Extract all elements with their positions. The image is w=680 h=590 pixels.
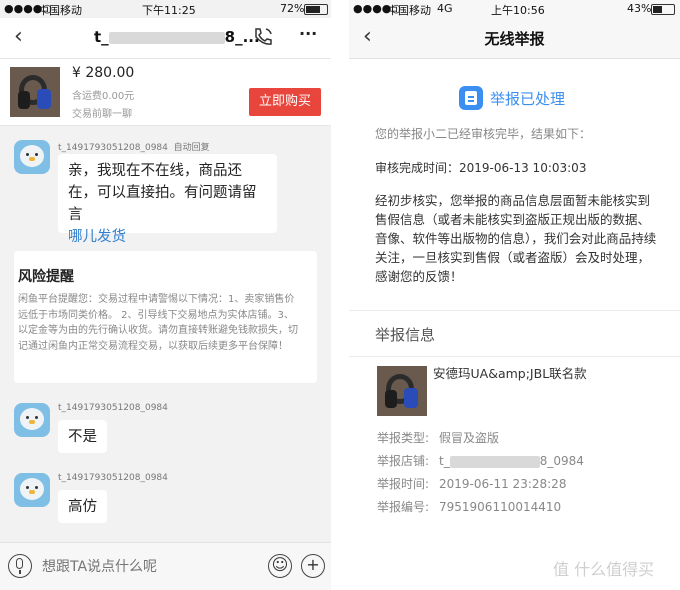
status-bar: ●●●●○ 中国移动 4G 上午10:56 43%	[349, 0, 680, 18]
risk-warning-body: 闲鱼平台提醒您：交易过程中请警惕以下情况：1、卖家销售价远低于市场同类价格。 2…	[18, 294, 298, 352]
message-bubble: 不是	[58, 420, 107, 453]
chat-header: ‹ t_ 8_... ···	[0, 18, 331, 58]
more-button[interactable]: ···	[299, 24, 317, 43]
result-body: 经初步核实，您举报的商品信息层面暂未能核实到售假信息（或者未能核实到盗版正规出版…	[375, 193, 657, 284]
right-screen: ●●●●○ 中国移动 4G 上午10:56 43% ‹ 无线举报 举报已处理 您…	[349, 0, 680, 590]
reported-item-name: 安德玛UA&amp;JBL联名款	[433, 366, 587, 381]
complete-time: 审核完成时间：2019-06-13 10:03:03	[375, 161, 587, 175]
carrier: 中国移动	[38, 4, 82, 17]
message-input[interactable]	[40, 552, 264, 582]
result-title: 举报已处理	[490, 90, 566, 108]
product-thumbnail[interactable]	[10, 67, 60, 117]
status-bar: ●●●●○ 中国移动 下午11:25 72%	[0, 0, 331, 18]
report-id-label: 举报编号:	[377, 500, 430, 514]
back-button[interactable]: ‹	[14, 26, 23, 48]
battery-icon	[651, 4, 675, 15]
shipping-fee: 含运费0.00元	[72, 91, 135, 102]
avatar[interactable]	[14, 140, 50, 174]
report-time-value: 2019-06-11 23:28:28	[439, 477, 567, 491]
divider	[331, 0, 349, 590]
report-time-label: 举报时间:	[377, 477, 430, 491]
clock: 上午10:56	[491, 4, 545, 17]
network-type: 4G	[437, 2, 453, 15]
page-header: ‹ 无线举报	[349, 18, 680, 59]
product-price: ¥ 280.00	[72, 65, 135, 81]
avatar[interactable]	[14, 403, 50, 437]
negotiate-text: 交易前聊一聊	[72, 109, 132, 120]
call-icon[interactable]	[252, 26, 274, 48]
risk-warning-title: 风险提醒	[18, 269, 74, 285]
faq-link[interactable]: 哪儿发货	[68, 226, 267, 248]
microphone-icon[interactable]	[8, 554, 32, 578]
battery-percent: 43%	[627, 2, 652, 15]
sender-name: t_1491793051208_0984	[58, 473, 168, 483]
battery-percent: 72%	[280, 2, 305, 15]
report-shop-label: 举报店铺:	[377, 454, 430, 468]
report-id-value: 7951906110014410	[439, 500, 562, 514]
page-title: 无线举报	[484, 30, 545, 48]
report-section-title: 举报信息	[375, 326, 436, 344]
report-type-value: 假冒及盗版	[439, 431, 500, 445]
product-thumbnail[interactable]	[377, 366, 427, 416]
message-bubble: 亲，我现在不在线，商品还在，可以直接拍。有问题请留言 哪儿发货	[58, 154, 277, 245]
emoji-icon[interactable]: ☺	[268, 554, 292, 578]
report-type-label: 举报类型:	[377, 431, 430, 445]
clipboard-check-icon	[459, 86, 483, 110]
input-bar: ☺ +	[0, 542, 331, 590]
plus-icon[interactable]: +	[301, 554, 325, 578]
watermark: 值 什么值得买	[553, 560, 655, 579]
redacted-shop	[449, 455, 540, 468]
clock: 下午11:25	[142, 4, 196, 17]
avatar[interactable]	[14, 473, 50, 507]
battery-icon	[304, 4, 328, 15]
result-intro: 您的举报小二已经审核完毕，结果如下：	[375, 127, 592, 141]
message-bubble: 高仿	[58, 490, 107, 523]
carrier: 中国移动	[387, 4, 431, 17]
sender-name: t_1491793051208_0984 自动回复	[58, 143, 210, 153]
buy-now-button[interactable]: 立即购买	[249, 88, 321, 116]
redacted-name	[108, 31, 225, 44]
chat-title: t_ 8_...	[94, 28, 260, 46]
left-screen: ●●●●○ 中国移动 下午11:25 72% ‹ t_ 8_... ··· ¥ 2…	[0, 0, 331, 590]
report-shop-value: t_ 8_0984	[439, 454, 584, 468]
sender-name: t_1491793051208_0984	[58, 403, 168, 413]
